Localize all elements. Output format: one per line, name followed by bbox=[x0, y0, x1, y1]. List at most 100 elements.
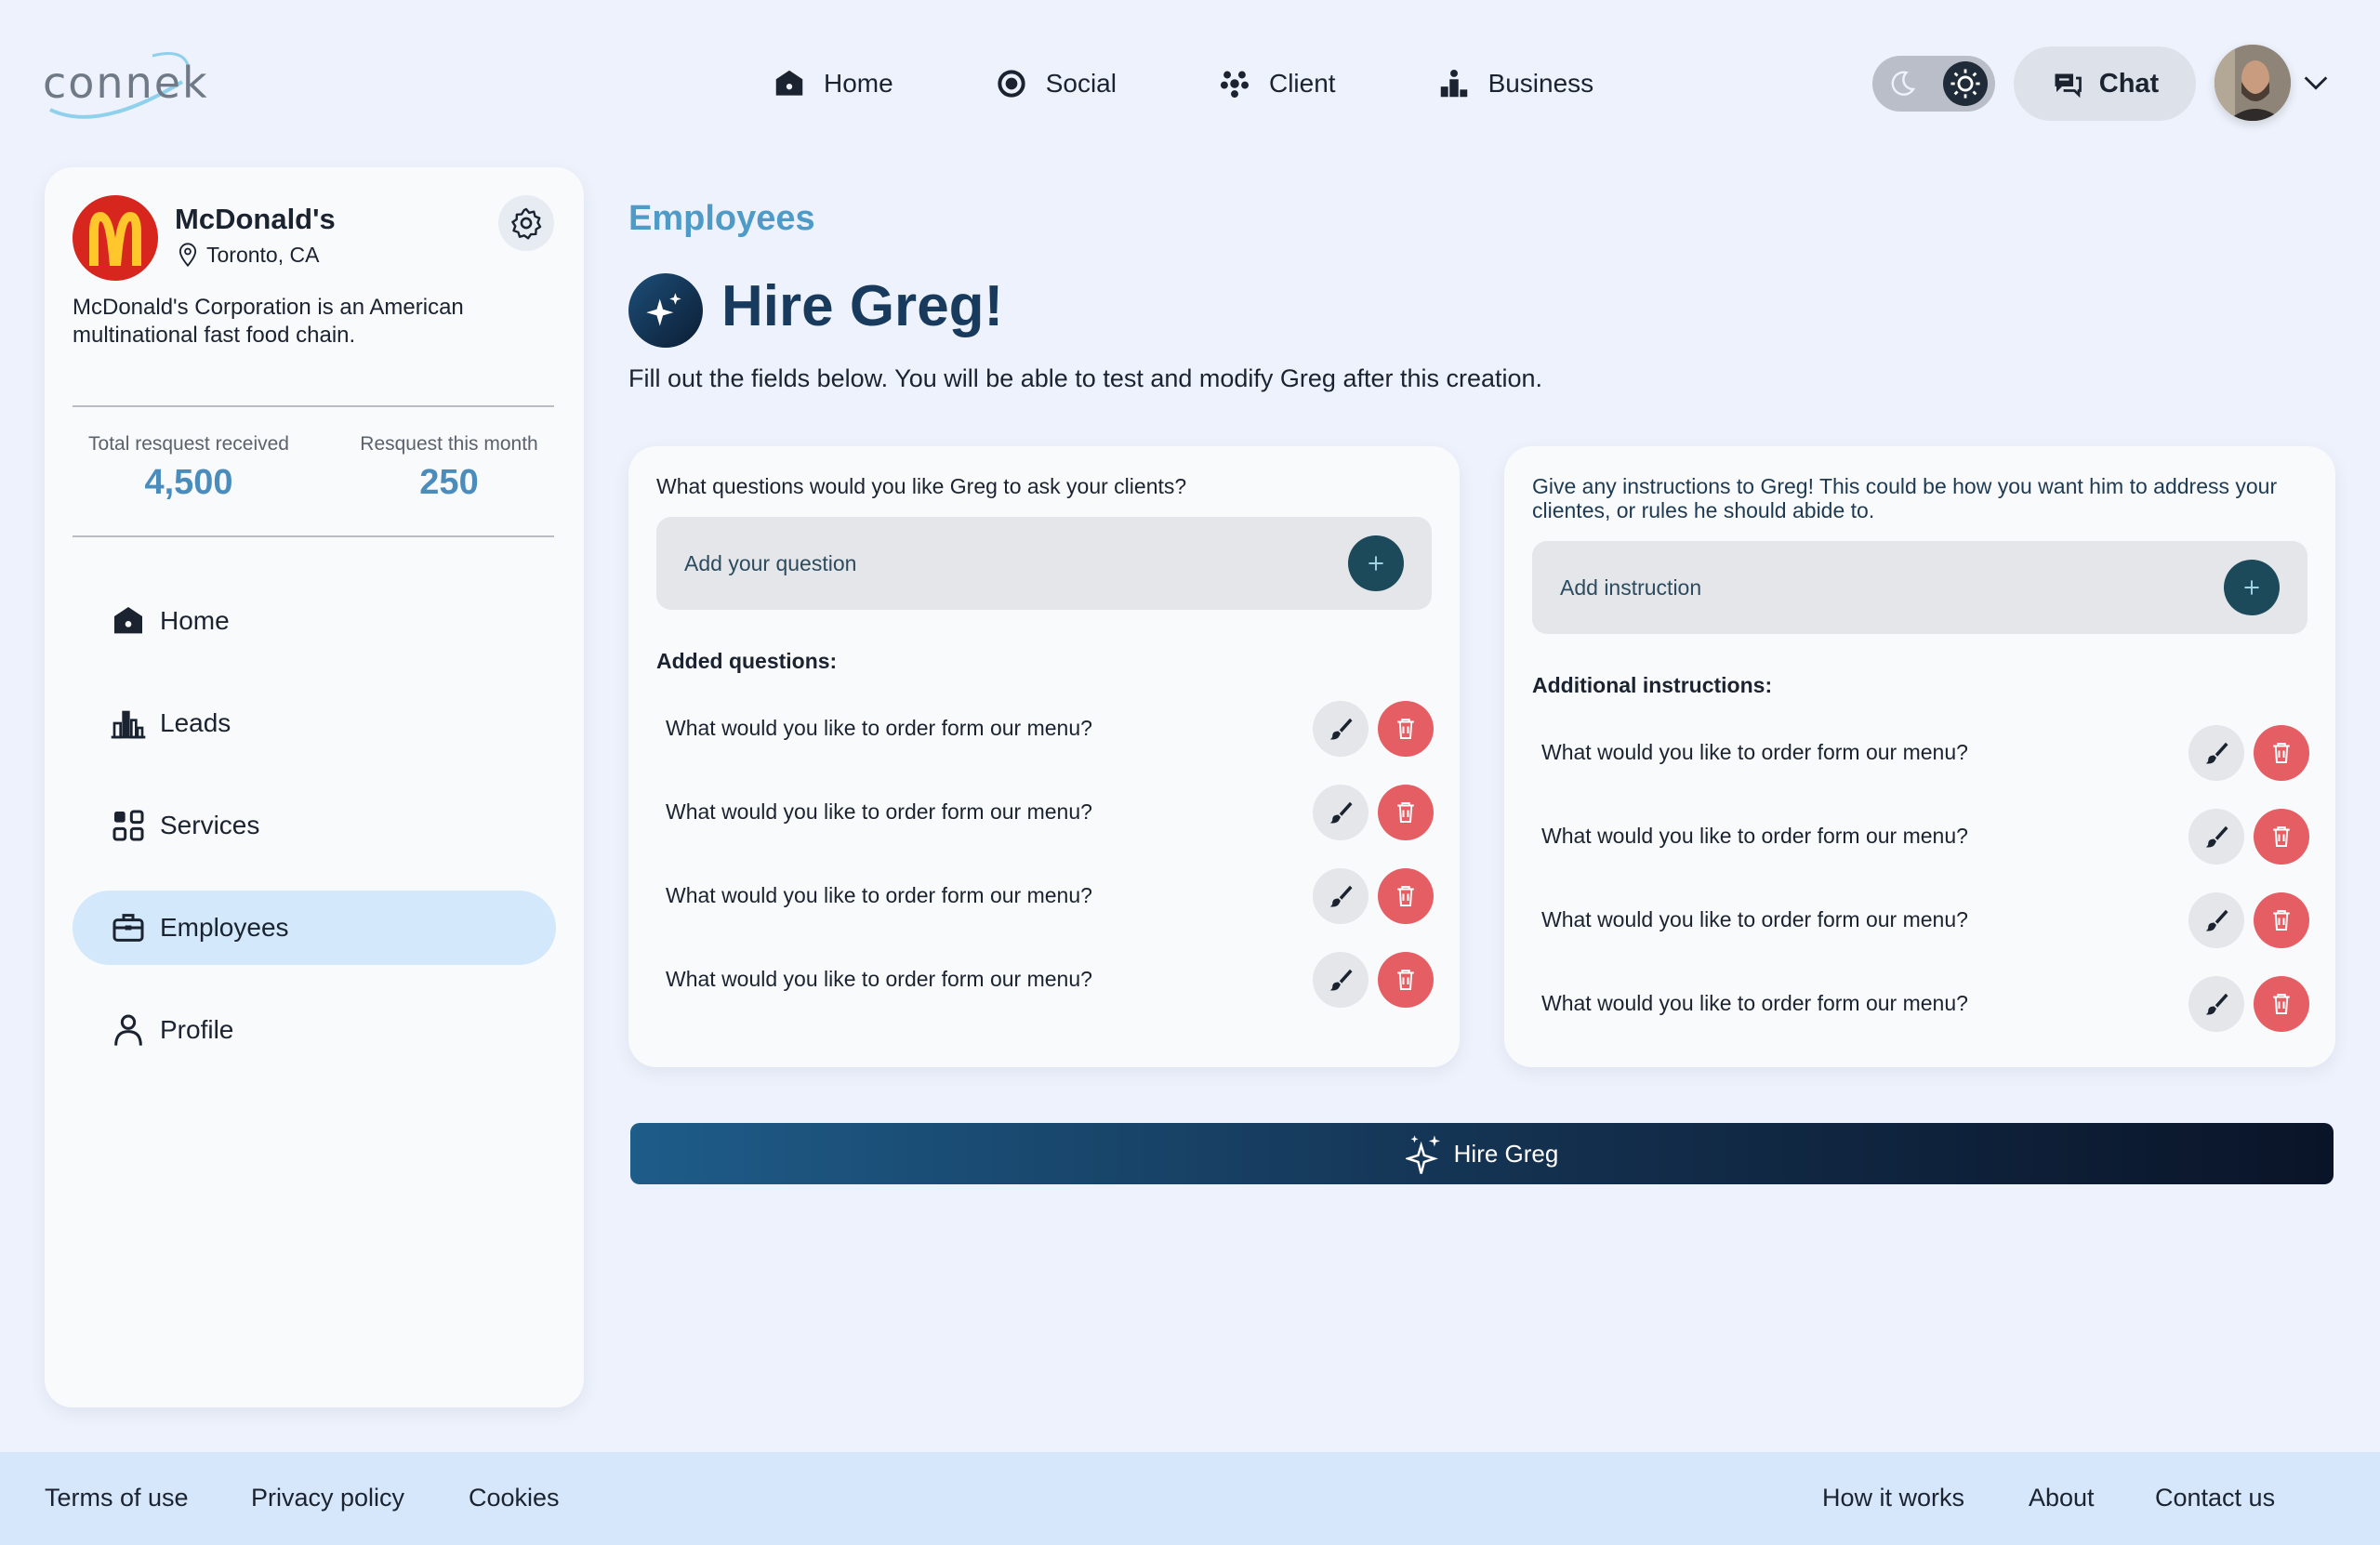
question-text: What would you like to order form our me… bbox=[666, 883, 1092, 907]
trash-icon bbox=[1397, 802, 1414, 823]
brush-icon bbox=[2205, 825, 2228, 848]
logo-text: connek bbox=[43, 58, 209, 108]
add-instruction-input[interactable] bbox=[1560, 574, 2211, 601]
sidebar-item-services[interactable]: Services bbox=[73, 788, 556, 863]
user-photo bbox=[2215, 45, 2291, 121]
footer-about-link[interactable]: About bbox=[2029, 1484, 2095, 1512]
trash-icon bbox=[1397, 886, 1414, 906]
sidebar-item-label: Services bbox=[160, 811, 260, 839]
footer-privacy-link[interactable]: Privacy policy bbox=[251, 1484, 404, 1512]
nav-business[interactable]: Business bbox=[1436, 56, 1593, 112]
edit-instruction-button[interactable] bbox=[2188, 809, 2244, 865]
plus-icon bbox=[1368, 556, 1383, 571]
delete-question-button[interactable] bbox=[1378, 952, 1434, 1008]
list-item: What would you like to order form our me… bbox=[656, 948, 1434, 1010]
delete-question-button[interactable] bbox=[1378, 785, 1434, 840]
nav-client[interactable]: Client bbox=[1217, 56, 1336, 112]
nav-home-label: Home bbox=[824, 69, 893, 98]
edit-instruction-button[interactable] bbox=[2188, 892, 2244, 948]
sparkles-icon bbox=[1405, 1135, 1440, 1174]
stat-total-label: Total resquest received bbox=[88, 433, 289, 455]
location-pin-icon bbox=[178, 243, 197, 268]
nav-social[interactable]: Social bbox=[994, 56, 1117, 112]
hire-greg-label: Hire Greg bbox=[1453, 1139, 1559, 1168]
divider-top bbox=[73, 405, 554, 407]
chat-button[interactable]: Chat bbox=[2014, 46, 2196, 121]
sidebar-item-profile[interactable]: Profile bbox=[73, 993, 556, 1067]
user-avatar[interactable] bbox=[2215, 45, 2291, 121]
business-icon bbox=[1440, 69, 1467, 98]
chat-bubble-icon bbox=[2055, 73, 2082, 99]
trash-icon bbox=[1397, 970, 1414, 990]
edit-question-button[interactable] bbox=[1313, 868, 1368, 924]
list-item: What would you like to order form our me… bbox=[1532, 972, 2309, 1034]
add-question-button[interactable] bbox=[1348, 535, 1404, 591]
services-grid-icon bbox=[112, 810, 144, 841]
delete-instruction-button[interactable] bbox=[2254, 976, 2309, 1032]
footer-contact-link[interactable]: Contact us bbox=[2155, 1484, 2275, 1512]
delete-question-button[interactable] bbox=[1378, 868, 1434, 924]
brush-icon bbox=[1329, 718, 1353, 740]
social-icon bbox=[998, 70, 1025, 98]
sidebar-item-label: Home bbox=[160, 606, 230, 635]
delete-question-button[interactable] bbox=[1378, 701, 1434, 757]
edit-question-button[interactable] bbox=[1313, 785, 1368, 840]
business-settings-button[interactable] bbox=[498, 195, 554, 251]
delete-instruction-button[interactable] bbox=[2254, 809, 2309, 865]
edit-instruction-button[interactable] bbox=[2188, 725, 2244, 781]
sidebar-item-label: Employees bbox=[160, 913, 289, 942]
footer-terms-link[interactable]: Terms of use bbox=[45, 1484, 189, 1512]
trash-icon bbox=[2273, 743, 2290, 763]
brush-icon bbox=[2205, 993, 2228, 1015]
instructions-prompt: Give any instructions to Greg! This coul… bbox=[1532, 474, 2278, 522]
hire-greg-button[interactable]: Hire Greg bbox=[630, 1123, 2334, 1184]
stat-month-requests: Resquest this month 250 bbox=[342, 433, 556, 503]
add-question-input[interactable] bbox=[684, 550, 1335, 576]
sidebar-item-home[interactable]: Home bbox=[73, 584, 556, 658]
business-description: McDonald's Corporation is an American mu… bbox=[73, 295, 464, 348]
sidebar-item-label: Leads bbox=[160, 708, 231, 737]
page-subtitle: Fill out the fields below. You will be a… bbox=[628, 364, 1543, 392]
list-item: What would you like to order form our me… bbox=[1532, 889, 2309, 950]
business-sidebar: McDonald's Toronto, CA McDonald's Corpor… bbox=[45, 167, 584, 1407]
sparkles-icon bbox=[646, 293, 681, 326]
stat-total-requests: Total resquest received 4,500 bbox=[73, 433, 305, 503]
stat-month-value: 250 bbox=[419, 463, 479, 502]
edit-question-button[interactable] bbox=[1313, 701, 1368, 757]
person-icon bbox=[114, 1014, 142, 1046]
theme-toggle[interactable] bbox=[1872, 56, 1995, 112]
delete-instruction-button[interactable] bbox=[2254, 892, 2309, 948]
plus-icon bbox=[2244, 580, 2259, 595]
nav-home[interactable]: Home bbox=[772, 56, 893, 112]
location-text: Toronto, CA bbox=[206, 242, 320, 267]
added-questions-title: Added questions: bbox=[656, 649, 838, 673]
question-text: What would you like to order form our me… bbox=[666, 799, 1092, 824]
footer-cookies-link[interactable]: Cookies bbox=[469, 1484, 560, 1512]
edit-question-button[interactable] bbox=[1313, 952, 1368, 1008]
add-question-field bbox=[656, 517, 1432, 610]
nav-client-label: Client bbox=[1268, 69, 1336, 98]
brush-icon bbox=[1329, 801, 1353, 824]
add-instruction-field bbox=[1532, 541, 2307, 634]
instruction-text: What would you like to order form our me… bbox=[1541, 991, 1968, 1015]
brush-icon bbox=[2205, 742, 2228, 764]
trash-icon bbox=[1397, 719, 1414, 739]
sidebar-item-employees[interactable]: Employees bbox=[73, 891, 556, 965]
instruction-text: What would you like to order form our me… bbox=[1541, 907, 1968, 931]
add-instruction-button[interactable] bbox=[2224, 560, 2280, 615]
client-icon bbox=[1220, 71, 1250, 99]
chevron-down-icon[interactable] bbox=[2300, 67, 2332, 99]
delete-instruction-button[interactable] bbox=[2254, 725, 2309, 781]
sparkles-badge bbox=[628, 273, 703, 348]
edit-instruction-button[interactable] bbox=[2188, 976, 2244, 1032]
trash-icon bbox=[2273, 910, 2290, 931]
brush-icon bbox=[1329, 969, 1353, 991]
chat-label: Chat bbox=[2098, 68, 2160, 99]
list-item: What would you like to order form our me… bbox=[656, 781, 1434, 842]
sun-icon bbox=[1950, 69, 1980, 99]
connek-logo[interactable]: connek bbox=[43, 45, 207, 125]
leads-chart-icon bbox=[111, 710, 146, 739]
footer-how-it-works-link[interactable]: How it works bbox=[1822, 1484, 1964, 1512]
mcdonalds-logo bbox=[73, 195, 158, 281]
sidebar-item-leads[interactable]: Leads bbox=[73, 686, 556, 760]
